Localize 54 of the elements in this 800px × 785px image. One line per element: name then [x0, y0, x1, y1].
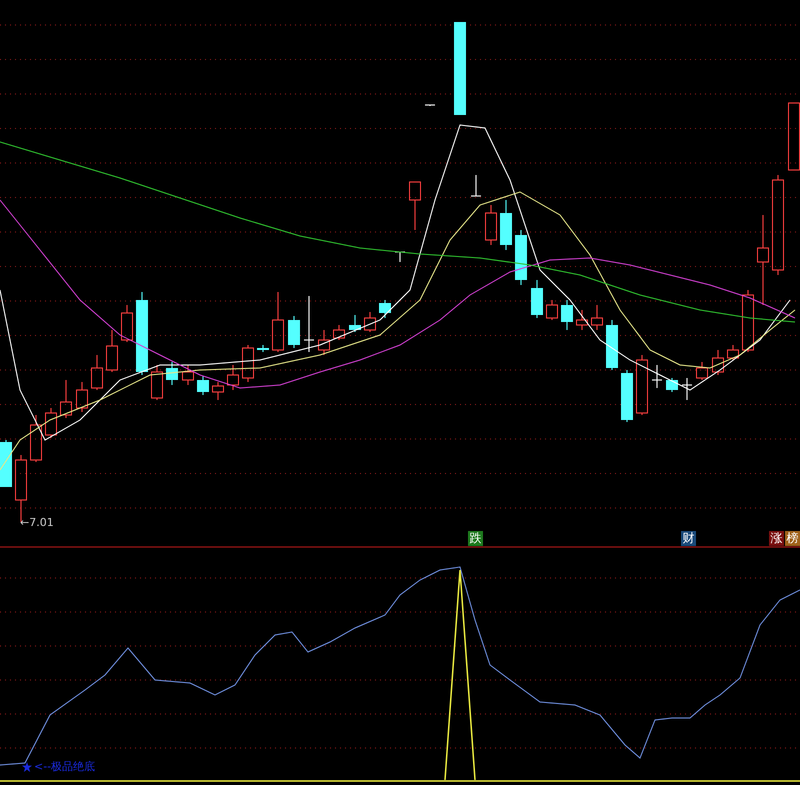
- candlestick: [682, 378, 692, 400]
- candlestick: [106, 330, 118, 372]
- candlestick: [606, 320, 618, 370]
- candlestick: [76, 382, 88, 412]
- candlestick: [304, 296, 314, 352]
- candlestick: [515, 230, 527, 286]
- candlestick: [364, 312, 376, 332]
- candlestick: [470, 174, 482, 196]
- candlestick: [257, 344, 269, 352]
- candlestick: [212, 382, 224, 400]
- candlestick: [272, 292, 284, 352]
- candlestick: [636, 354, 648, 416]
- candlestick: [166, 362, 178, 386]
- candlestick: [333, 324, 345, 340]
- candlestick: [742, 290, 754, 352]
- candlestick: [666, 378, 678, 392]
- candlestick: [60, 380, 72, 418]
- indicator-label: <--极品绝底: [34, 759, 96, 774]
- candlestick: [349, 314, 361, 332]
- low-price-label: ←7.01: [20, 516, 54, 529]
- candlestick: [531, 280, 543, 318]
- candlestick: [242, 344, 254, 382]
- signal-badge: 榜: [785, 531, 800, 546]
- candlestick: [91, 354, 103, 390]
- candlestick: [121, 304, 133, 342]
- candlestick: [318, 330, 330, 356]
- candlestick: [30, 414, 42, 462]
- candlestick: [45, 408, 57, 438]
- signal-badge: 财: [681, 531, 696, 546]
- candlestick: [696, 362, 708, 380]
- candlestick: [379, 300, 391, 318]
- candlestick: [288, 316, 300, 348]
- candlestick: [788, 102, 800, 170]
- candlestick: [485, 204, 497, 246]
- candlestick: [576, 310, 588, 330]
- candlestick: [621, 370, 633, 422]
- signal-badge: 涨: [769, 531, 784, 546]
- candlestick: [394, 252, 406, 262]
- candlestick: [561, 300, 573, 330]
- candlestick: [652, 364, 662, 388]
- candlestick: [712, 350, 724, 376]
- candlestick: [409, 182, 421, 230]
- candlestick: [197, 376, 209, 396]
- candlestick: [151, 364, 163, 400]
- candlestick: [182, 364, 194, 386]
- candlestick: [727, 344, 739, 360]
- candlestick: [591, 304, 603, 330]
- star-icon: [22, 762, 32, 772]
- candlestick: [424, 104, 436, 106]
- signal-badge: 跌: [468, 531, 483, 546]
- candlestick: [500, 200, 512, 250]
- candlestick: [227, 364, 239, 390]
- candlestick: [0, 440, 12, 488]
- candlestick: [546, 300, 558, 320]
